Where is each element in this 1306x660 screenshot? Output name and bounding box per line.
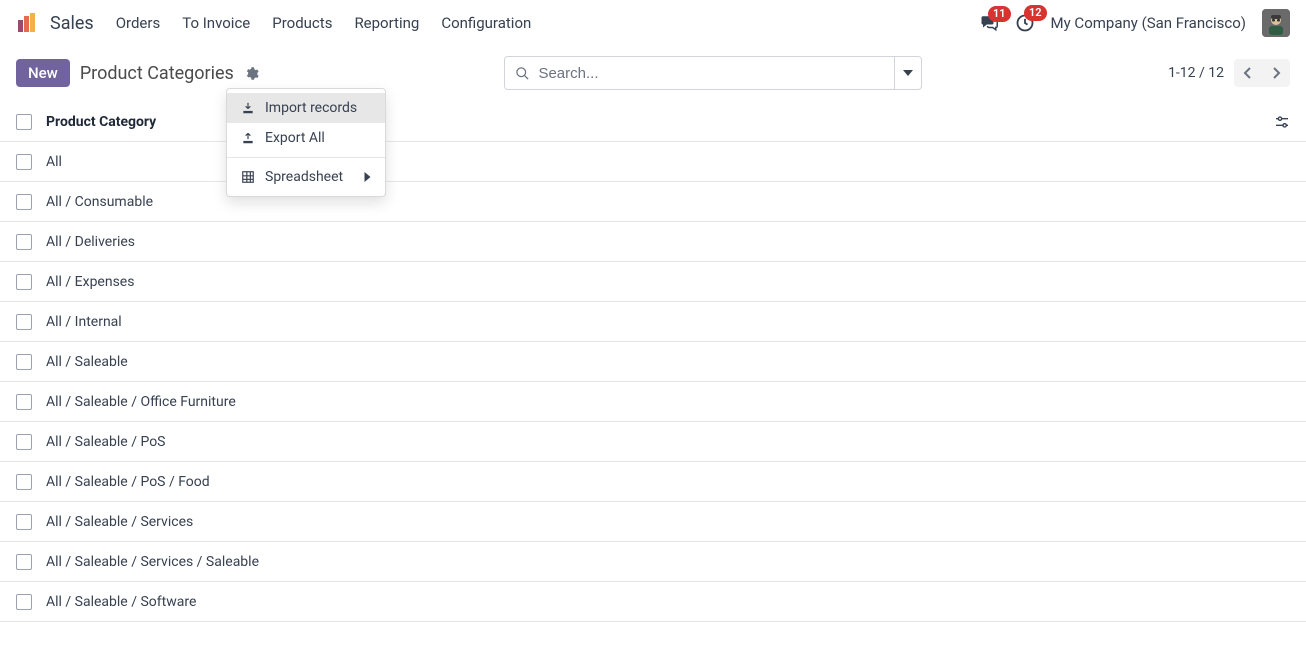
list-view: Product Category All All / Consumable Al… [0,102,1306,622]
list-row[interactable]: All / Consumable [0,182,1306,222]
search-icon [515,66,530,81]
row-name: All / Saleable / Software [46,594,1290,610]
cog-dropdown: Import records Export All Spreadsheet [226,88,386,197]
row-checkbox[interactable] [16,314,32,330]
app-name[interactable]: Sales [50,13,94,34]
row-checkbox[interactable] [16,234,32,250]
row-name: All / Expenses [46,274,1290,290]
menu-label: Import records [265,100,357,116]
list-row[interactable]: All / Deliveries [0,222,1306,262]
list-row[interactable]: All / Saleable / PoS / Food [0,462,1306,502]
row-checkbox[interactable] [16,594,32,610]
avatar[interactable] [1262,9,1290,37]
search-options-toggle[interactable] [894,56,922,90]
control-row: New Product Categories 1-12 / 12 [0,46,1306,102]
search-input-wrap[interactable] [504,56,894,90]
search [504,56,922,90]
menu-export-all[interactable]: Export All [227,123,385,153]
nav-configuration[interactable]: Configuration [441,14,531,32]
list-header: Product Category [0,102,1306,142]
row-checkbox[interactable] [16,154,32,170]
navbar: Sales Orders To Invoice Products Reporti… [0,0,1306,46]
spreadsheet-icon [241,170,255,184]
nav-products[interactable]: Products [272,14,332,32]
messaging-icon[interactable]: 11 [979,14,999,32]
download-icon [241,101,255,115]
menu-import-records[interactable]: Import records [227,93,385,123]
nav-reporting[interactable]: Reporting [354,14,419,32]
company-name[interactable]: My Company (San Francisco) [1051,14,1246,32]
row-checkbox[interactable] [16,394,32,410]
page-title: Product Categories [80,63,234,84]
row-name: All / Saleable / Office Furniture [46,394,1290,410]
list-row[interactable]: All [0,142,1306,182]
row-checkbox[interactable] [16,514,32,530]
row-name: All / Internal [46,314,1290,330]
pager: 1-12 / 12 [1168,59,1290,87]
nav-to-invoice[interactable]: To Invoice [182,14,250,32]
upload-icon [241,131,255,145]
row-name: All / Saleable / PoS [46,434,1290,450]
nav-links: Orders To Invoice Products Reporting Con… [116,14,532,32]
optional-fields-icon[interactable] [1274,115,1290,129]
activities-icon[interactable]: 12 [1015,13,1035,33]
row-name: All / Saleable / Services [46,514,1290,530]
activities-badge: 12 [1024,5,1047,21]
row-checkbox[interactable] [16,354,32,370]
menu-label: Export All [265,130,325,146]
pager-count[interactable]: 1-12 / 12 [1168,65,1224,81]
messaging-badge: 11 [988,6,1011,22]
row-name: All / Saleable / PoS / Food [46,474,1290,490]
list-row[interactable]: All / Internal [0,302,1306,342]
row-name: All / Saleable [46,354,1290,370]
app-logo[interactable] [16,12,38,34]
gear-icon[interactable] [244,66,259,81]
menu-separator [227,157,385,158]
row-checkbox[interactable] [16,434,32,450]
list-row[interactable]: All / Saleable / Services / Saleable [0,542,1306,582]
chevron-right-icon [364,172,371,182]
menu-label: Spreadsheet [265,169,343,185]
row-checkbox[interactable] [16,474,32,490]
list-row[interactable]: All / Expenses [0,262,1306,302]
row-checkbox[interactable] [16,274,32,290]
navbar-right: 11 12 My Company (San Francisco) [979,9,1290,37]
nav-orders[interactable]: Orders [116,14,161,32]
list-row[interactable]: All / Saleable / Software [0,582,1306,622]
row-name: All / Deliveries [46,234,1290,250]
search-input[interactable] [538,65,884,82]
list-row[interactable]: All / Saleable / Services [0,502,1306,542]
pager-prev[interactable] [1234,59,1262,87]
row-checkbox[interactable] [16,554,32,570]
pager-next[interactable] [1262,59,1290,87]
list-row[interactable]: All / Saleable / PoS [0,422,1306,462]
list-row[interactable]: All / Saleable / Office Furniture [0,382,1306,422]
row-checkbox[interactable] [16,194,32,210]
select-all-checkbox[interactable] [16,114,32,130]
row-name: All / Saleable / Services / Saleable [46,554,1290,570]
new-button[interactable]: New [16,59,70,87]
menu-spreadsheet[interactable]: Spreadsheet [227,162,385,192]
list-row[interactable]: All / Saleable [0,342,1306,382]
